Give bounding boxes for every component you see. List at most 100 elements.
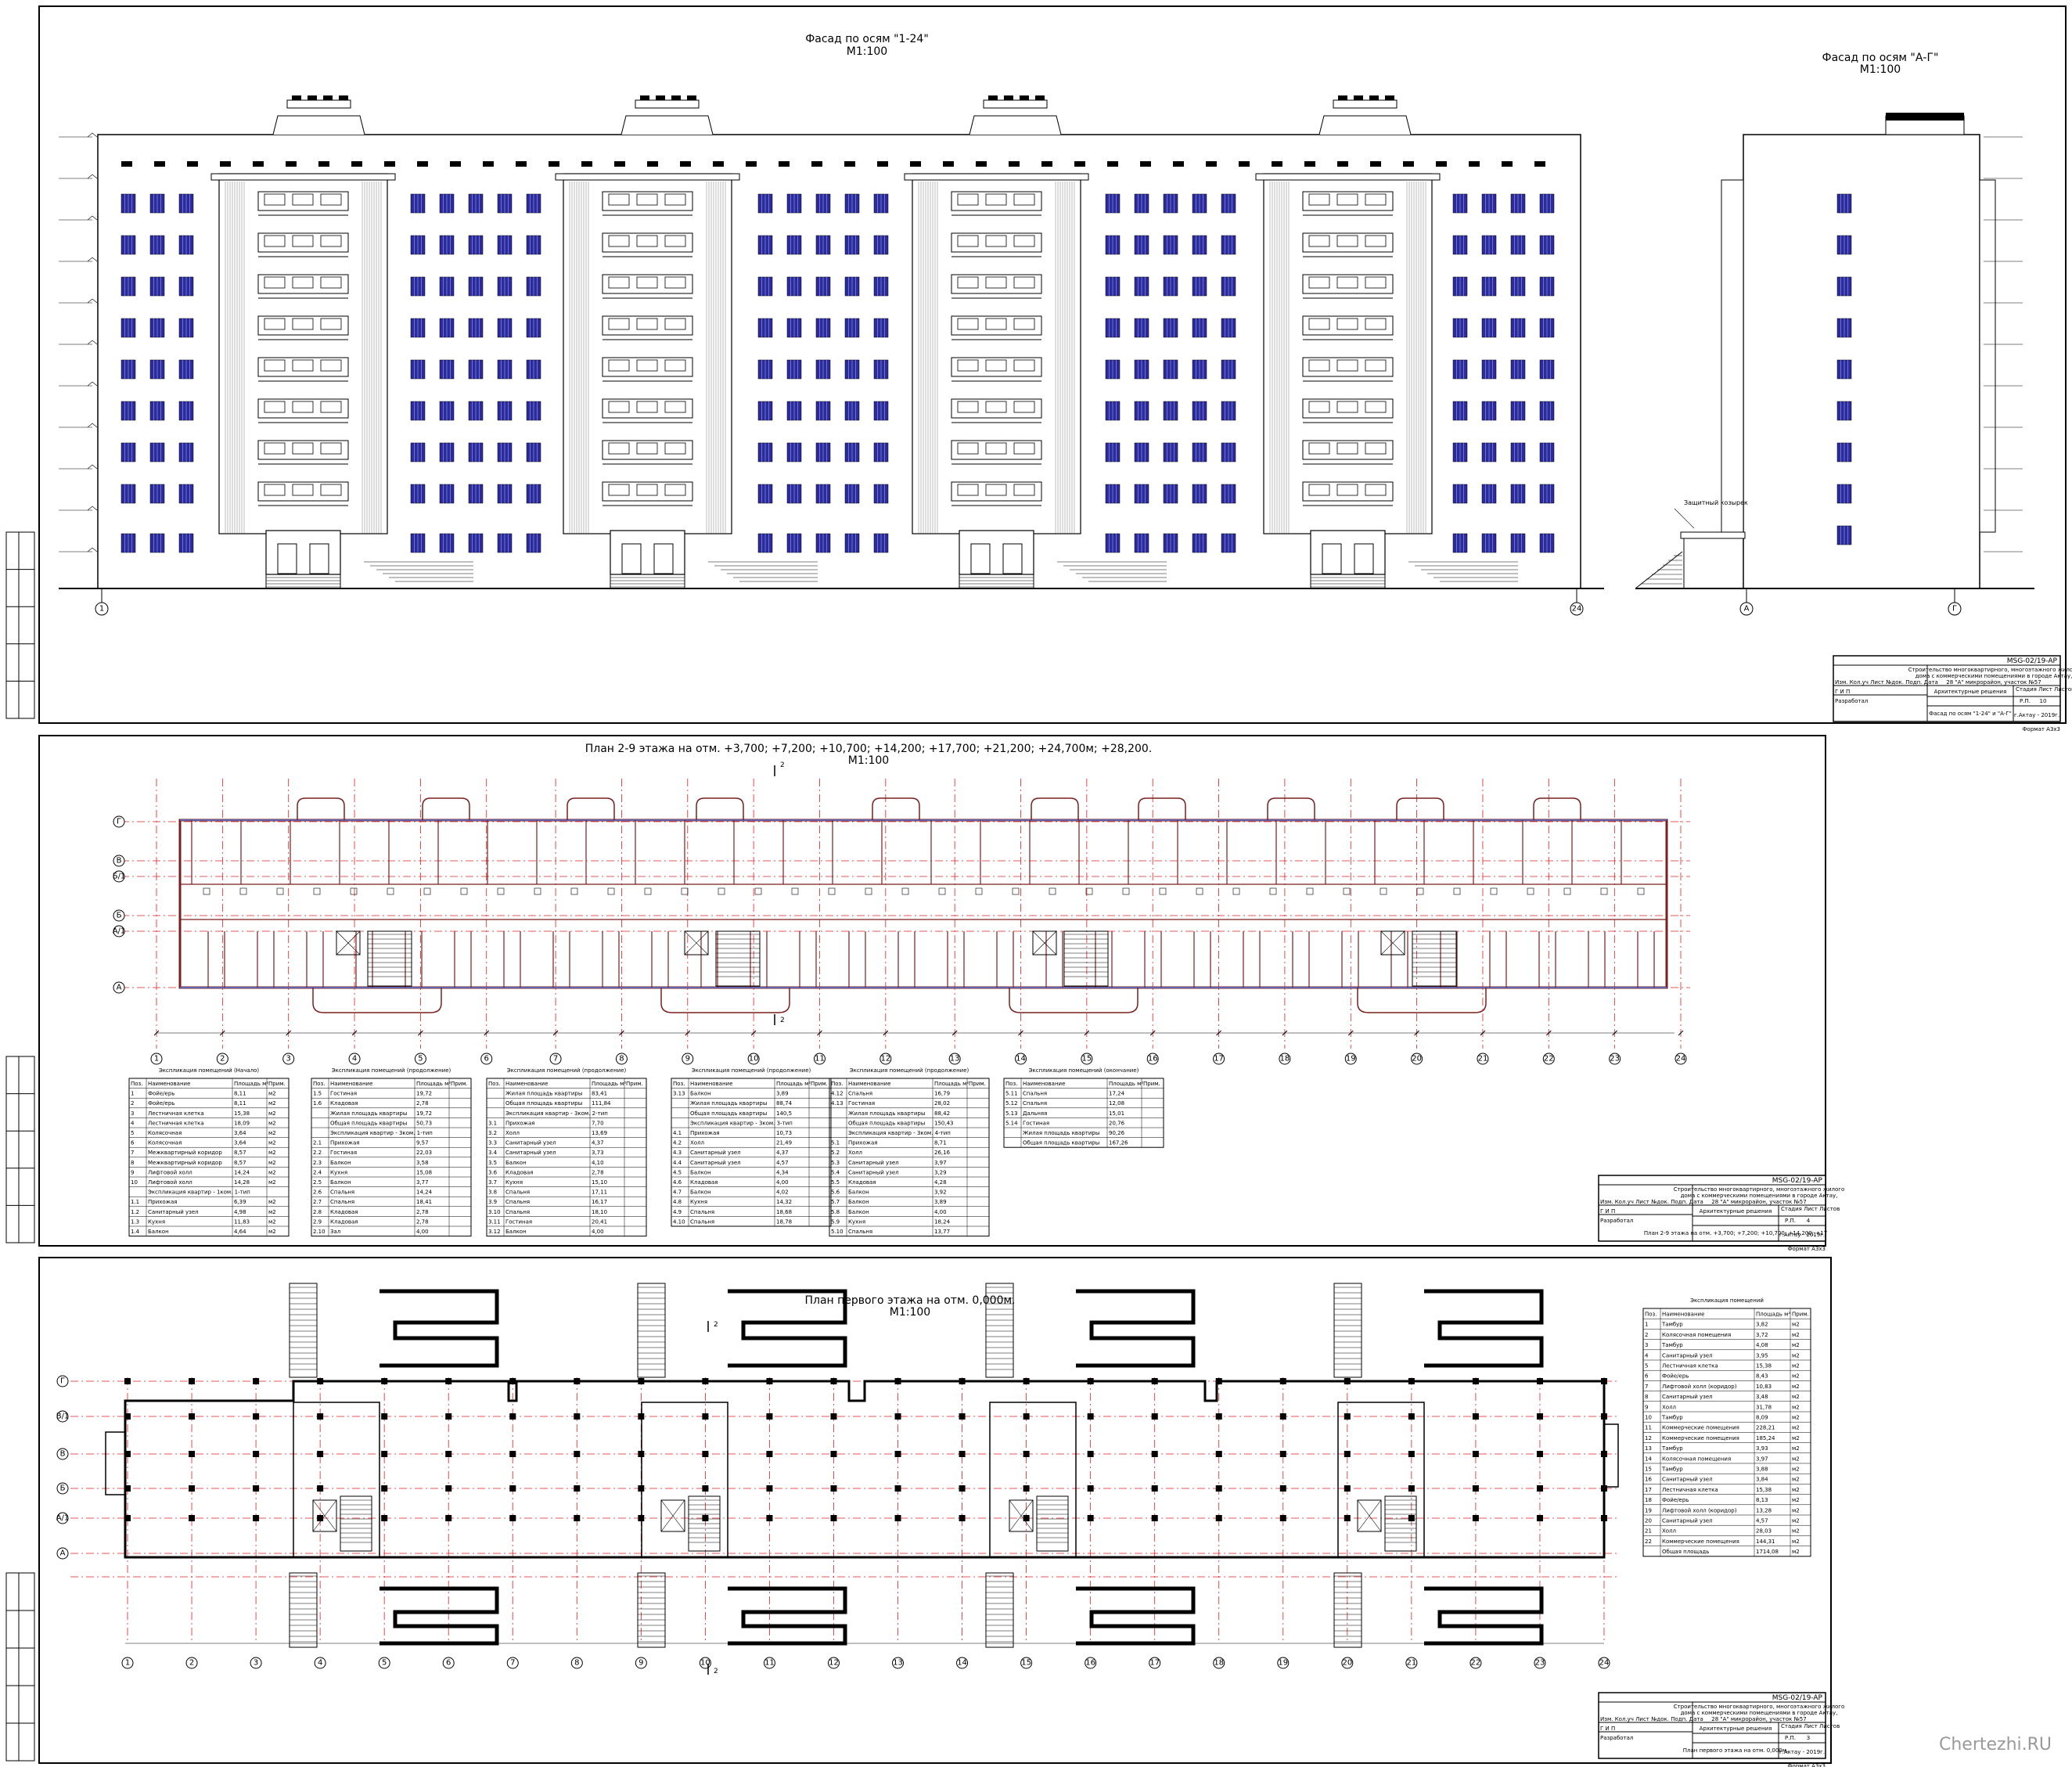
window-pane (636, 359, 658, 372)
table-cell: 2.1 (313, 1140, 322, 1146)
table-cell: 8,09 (1756, 1415, 1768, 1421)
column (1151, 1378, 1158, 1384)
entrance-bay (563, 173, 732, 534)
parapet-vent (779, 161, 790, 167)
column (1408, 1413, 1415, 1420)
axis-label: 3 (254, 1659, 258, 1668)
table-cell: 21 (1645, 1528, 1652, 1535)
table-cell: 3,93 (1756, 1445, 1768, 1452)
table-cell: Холл (690, 1140, 704, 1146)
column (702, 1515, 709, 1521)
door (653, 543, 674, 574)
table-cell: Зал (330, 1229, 340, 1235)
table-cell: 22 (1645, 1538, 1652, 1545)
table-cell: м2 (1792, 1549, 1800, 1555)
table-title: Экспликация помещений (1690, 1297, 1764, 1304)
table-cell: м2 (268, 1179, 276, 1186)
side-projection (1979, 179, 1996, 533)
column (766, 1515, 773, 1521)
window-pane (1365, 235, 1387, 247)
table-cell: Колясочная помещения (1662, 1456, 1731, 1462)
window-pane (1308, 318, 1330, 330)
window-pane (1365, 276, 1387, 289)
axis-label: 20 (1342, 1659, 1352, 1668)
roof-fan (323, 95, 333, 100)
table-cell: 5.13 (1005, 1110, 1018, 1117)
table-cell: Кладовая (330, 1209, 358, 1215)
column (959, 1378, 966, 1384)
window-pane (1013, 276, 1035, 289)
table-cell: 8,11 (234, 1091, 246, 1097)
table-cell: 5.3 (831, 1160, 840, 1166)
table-cell: 17 (1645, 1487, 1652, 1493)
parapet-vent (581, 161, 592, 167)
column (830, 1485, 837, 1492)
axis-label: 24 (1676, 1055, 1686, 1063)
door (309, 543, 329, 574)
parapet-vent (1239, 161, 1250, 167)
axis-label: 11 (815, 1055, 825, 1063)
table-cell: 90,26 (1109, 1130, 1125, 1136)
entrance-portal (265, 530, 341, 575)
column (1279, 1451, 1286, 1457)
window-pane (664, 484, 686, 496)
column (894, 1485, 901, 1492)
table-cell: 3.12 (488, 1229, 501, 1235)
window-pane (1013, 442, 1035, 455)
table-cell: Общая площадь квартиры (505, 1100, 582, 1107)
table-cell: 1.3 (131, 1218, 139, 1225)
bay-cornice (1255, 173, 1441, 181)
window-pane (1013, 484, 1035, 496)
parapet-vent (483, 161, 494, 167)
bay-cornice (210, 173, 396, 181)
table-cell: 3,64 (234, 1130, 246, 1136)
table-cell: м2 (1792, 1435, 1800, 1441)
table-cell: м2 (268, 1229, 276, 1235)
roof-vent-unit (286, 99, 351, 109)
roof-fan (292, 95, 301, 100)
roof-structure (272, 115, 365, 135)
window-pane (264, 442, 286, 455)
window-pane (292, 401, 314, 413)
table-cell: 3,89 (776, 1091, 789, 1097)
table-cell: Площадь м² (934, 1081, 969, 1087)
tb-sheet: 3 (1807, 1735, 1810, 1741)
window-pane (957, 235, 979, 247)
table-cell: Поз. (1645, 1312, 1657, 1318)
window-pane (320, 318, 342, 330)
table-cell: 10,83 (1756, 1384, 1772, 1390)
table-cell: Холл (848, 1150, 862, 1156)
table-cell: 5.11 (1005, 1091, 1018, 1097)
table-cell: 3,84 (1756, 1477, 1768, 1483)
window-pane (1365, 401, 1387, 413)
table-cell: 4,08 (1756, 1342, 1768, 1348)
table-cell: 3,72 (1756, 1332, 1768, 1338)
table-cell: 3 (1645, 1342, 1648, 1348)
column (124, 1413, 131, 1420)
table-cell: Площадь м² (1109, 1081, 1143, 1087)
table-cell: Спальня (505, 1209, 530, 1215)
table-cell: 3,88 (1756, 1467, 1768, 1473)
parapet-vent (154, 161, 165, 167)
table-cell: Гостиная (330, 1091, 357, 1097)
column (894, 1515, 901, 1521)
table-cell: м2 (268, 1209, 276, 1215)
parapet-vent (318, 161, 329, 167)
column (445, 1451, 452, 1457)
axis-label: 19 (1346, 1055, 1356, 1063)
parapet-vent (746, 161, 757, 167)
parapet-vent (680, 161, 691, 167)
table-cell: 88,42 (934, 1110, 950, 1117)
table-cell: Кухня (848, 1218, 865, 1225)
axis-label: 15 (1021, 1659, 1031, 1668)
table-cell: Санитарный узел (148, 1209, 199, 1215)
window-pane (1336, 235, 1358, 247)
table-cell: м2 (1792, 1363, 1800, 1369)
window-pane (985, 442, 1007, 455)
column (253, 1378, 260, 1384)
table-cell: 5.12 (1005, 1100, 1018, 1107)
table-cell: 3.3 (488, 1140, 497, 1146)
axis-label: Б (117, 912, 122, 920)
window-pane (1336, 442, 1358, 455)
table-cell: Спальня (690, 1209, 714, 1215)
